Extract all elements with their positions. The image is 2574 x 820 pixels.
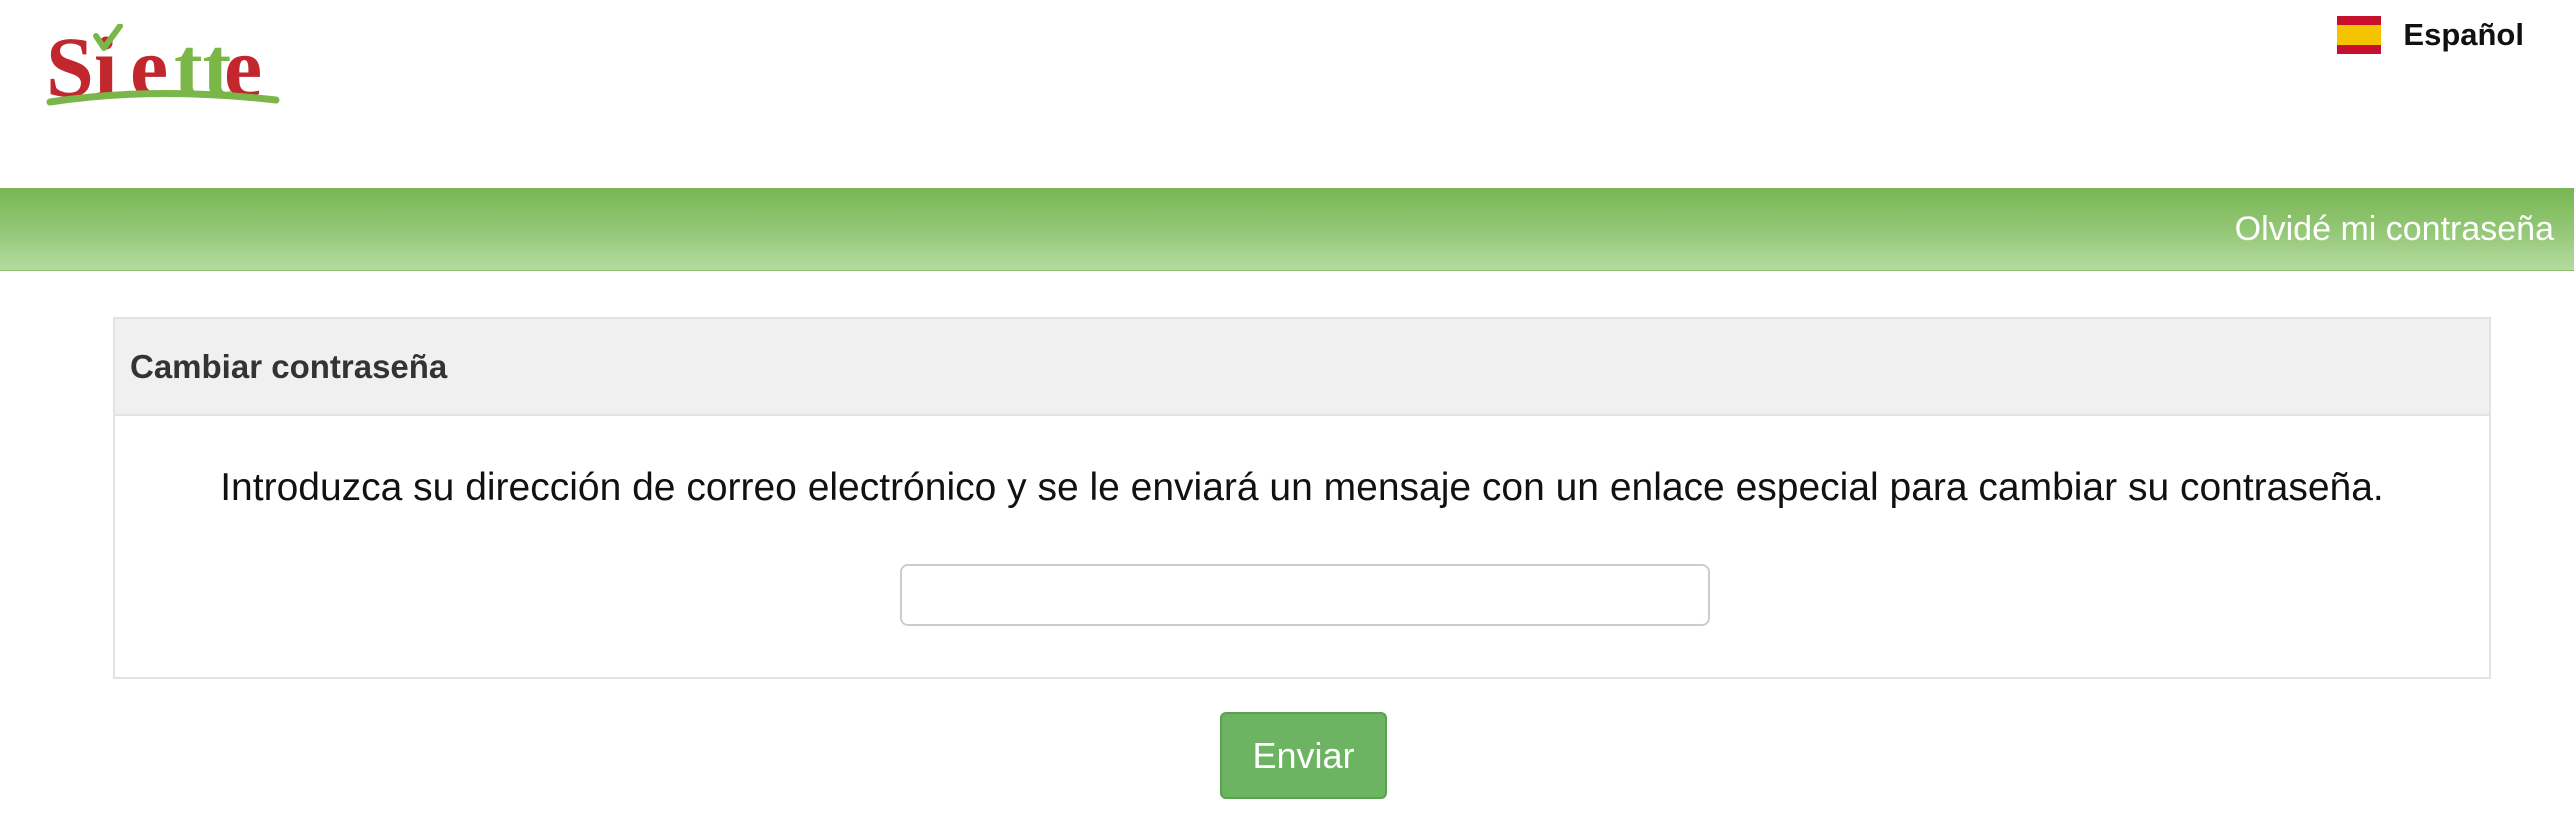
nav-bar: Olvidé mi contraseña [0,188,2574,271]
language-label: Español [2403,17,2524,52]
forgot-password-link[interactable]: Olvidé mi contraseña [2235,210,2554,249]
language-selector[interactable]: Español [2337,16,2524,54]
panel-title: Cambiar contraseña [130,347,448,385]
spain-flag-icon [2337,16,2382,54]
svg-text:e: e [130,24,168,115]
siette-logo: Si e tt e Siette [46,24,280,136]
panel-body: Introduzca su dirección de correo electr… [115,416,2489,679]
send-button[interactable]: Enviar [1220,712,1387,799]
email-input[interactable] [900,564,1710,626]
change-password-panel: Cambiar contraseña Introduzca su direcci… [113,317,2491,679]
panel-header: Cambiar contraseña [115,319,2489,416]
svg-text:tt: tt [174,24,232,115]
svg-text:Siette: Siette [46,129,251,136]
instructions-text: Introduzca su dirección de correo electr… [220,466,2384,509]
page-header: Si e tt e Siette Español [0,0,2574,188]
